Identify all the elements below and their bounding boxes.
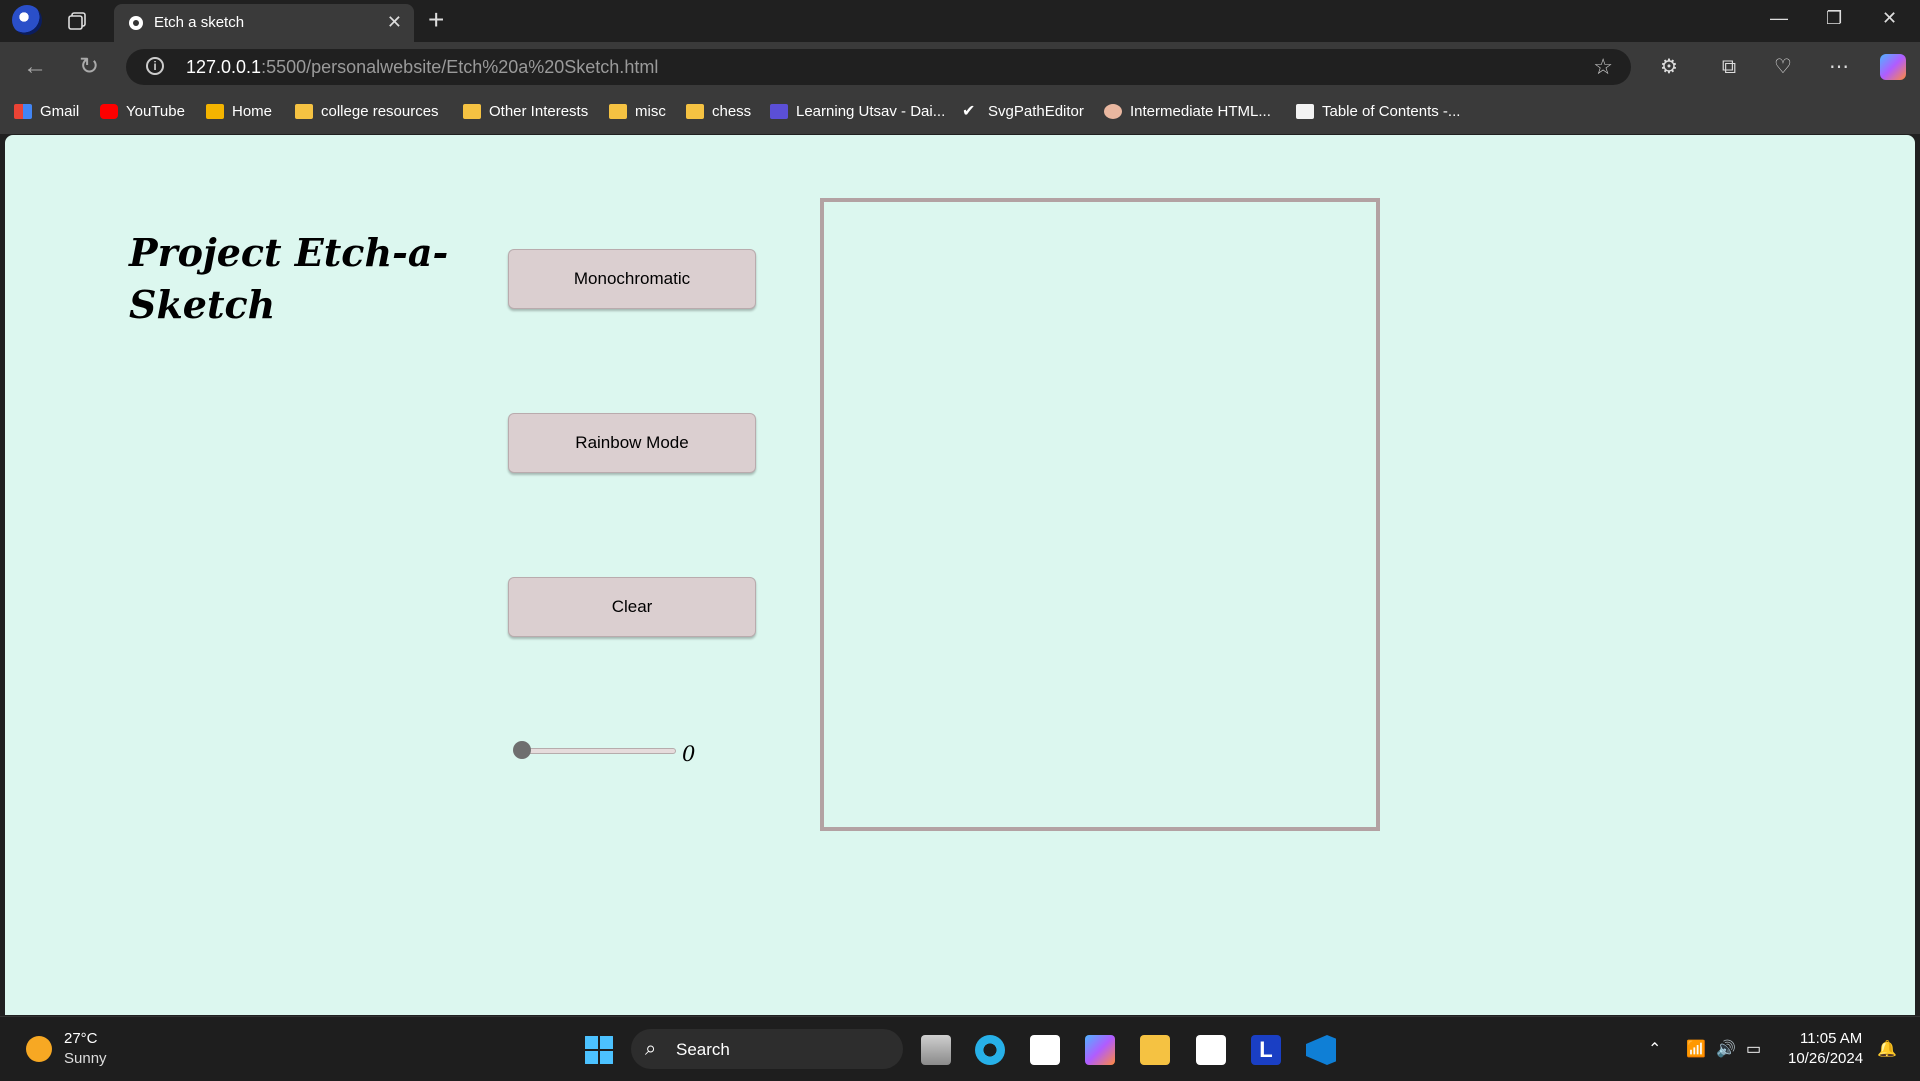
battery-icon[interactable]: ▭ [1746,1039,1761,1059]
slider-track[interactable] [514,748,676,754]
more-options-icon[interactable]: ⋯ [1826,54,1852,80]
monochromatic-button[interactable]: Monochromatic [508,249,756,309]
youtube-icon [100,104,118,119]
active-tab[interactable]: Etch a sketch ✕ [114,4,414,42]
folder-icon [295,104,313,119]
clock-time[interactable]: 11:05 AM [1800,1030,1862,1047]
check-icon: ✔ [962,103,976,120]
url-text[interactable]: 127.0.0.1:5500/personalwebsite/Etch%20a%… [186,57,658,78]
windows-start-icon[interactable] [584,1035,614,1065]
copilot-icon[interactable] [1880,54,1906,80]
workspaces-icon[interactable] [66,10,88,32]
page-icon [1296,104,1314,119]
address-toolbar: ← ↻ i 127.0.0.1:5500/personalwebsite/Etc… [0,42,1920,92]
reload-icon[interactable]: ↻ [76,54,102,80]
folder-icon [463,104,481,119]
browser-essentials-icon[interactable]: ♡ [1770,54,1796,80]
clock-date[interactable]: 10/26/2024 [1788,1050,1863,1067]
minimize-icon[interactable]: — [1770,8,1788,29]
bookmark-gmail[interactable]: Gmail [14,103,79,120]
extensions-icon[interactable]: ⚙ [1656,54,1682,80]
slider-value: 0 [682,742,696,766]
clear-button[interactable]: Clear [508,577,756,637]
show-hidden-icons[interactable]: ⌃ [1648,1039,1661,1059]
collections-icon[interactable]: ⧉ [1716,54,1742,80]
tab-title: Etch a sketch [154,14,245,31]
bookmark-youtube[interactable]: YouTube [100,103,185,120]
bookmark-intermediate-html[interactable]: Intermediate HTML... [1104,103,1271,120]
search-icon: ⌕ [645,1038,657,1060]
vscode-icon[interactable] [1306,1035,1336,1065]
bookmark-svgpatheditor[interactable]: ✔ SvgPathEditor [962,103,1084,120]
bookmark-misc[interactable]: misc [609,103,666,120]
bookmark-chess[interactable]: chess [686,103,751,120]
grid-size-slider[interactable] [513,741,676,759]
copilot-app-icon[interactable] [1085,1035,1115,1065]
edge-browser-icon[interactable] [975,1035,1005,1065]
close-tab-icon[interactable]: ✕ [387,12,402,33]
bookmarks-bar: Gmail YouTube Home college resources Oth… [0,92,1920,134]
page-viewport: Project Etch-a-Sketch Monochromatic Rain… [5,135,1915,1015]
sun-icon[interactable] [26,1036,52,1062]
wifi-icon[interactable]: 📶 [1686,1039,1706,1059]
weather-temperature[interactable]: 27°C [64,1030,98,1047]
profile-avatar[interactable] [12,5,42,35]
tab-favicon-icon [129,16,143,30]
page-title: Project Etch-a-Sketch [129,230,449,327]
bookmark-other-interests[interactable]: Other Interests [463,103,588,120]
slider-thumb[interactable] [513,741,531,759]
bookmark-learning-utsav[interactable]: Learning Utsav - Dai... [770,103,945,120]
close-window-icon[interactable]: ✕ [1882,8,1897,29]
file-explorer-icon[interactable] [1140,1035,1170,1065]
owl-icon [1104,104,1122,119]
back-icon[interactable]: ← [22,54,48,80]
bookmark-college-resources[interactable]: college resources [295,103,439,120]
list-icon [770,104,788,119]
bookmark-home[interactable]: Home [206,103,272,120]
taskbar-search[interactable]: ⌕ Search [631,1029,903,1069]
gmail-icon [14,104,32,119]
volume-icon[interactable]: 🔊 [1716,1039,1736,1059]
home-icon [206,104,224,119]
site-info-icon[interactable]: i [146,57,164,75]
notification-bell-icon[interactable]: 🔔 [1877,1039,1897,1059]
tab-strip: Etch a sketch ✕ + — ❐ ✕ [0,0,1920,42]
folder-icon [609,104,627,119]
weather-description[interactable]: Sunny [64,1050,107,1067]
restore-icon[interactable]: ❐ [1826,8,1842,29]
folder-icon [686,104,704,119]
task-view-icon[interactable] [921,1035,951,1065]
address-bar[interactable]: i 127.0.0.1:5500/personalwebsite/Etch%20… [126,49,1631,85]
calendar-icon[interactable] [1196,1035,1226,1065]
taskbar: 27°C Sunny ⌕ Search L ⌃ 📶 🔊 ▭ 11:05 AM 1… [0,1016,1920,1081]
microsoft-store-icon[interactable] [1030,1035,1060,1065]
l-app-icon[interactable]: L [1251,1035,1281,1065]
rainbow-mode-button[interactable]: Rainbow Mode [508,413,756,473]
sketch-canvas[interactable] [820,198,1380,831]
bookmark-table-of-contents[interactable]: Table of Contents -... [1296,103,1460,120]
search-label: Search [676,1040,730,1059]
favorite-star-icon[interactable]: ☆ [1593,54,1613,80]
new-tab-icon[interactable]: + [428,6,444,34]
